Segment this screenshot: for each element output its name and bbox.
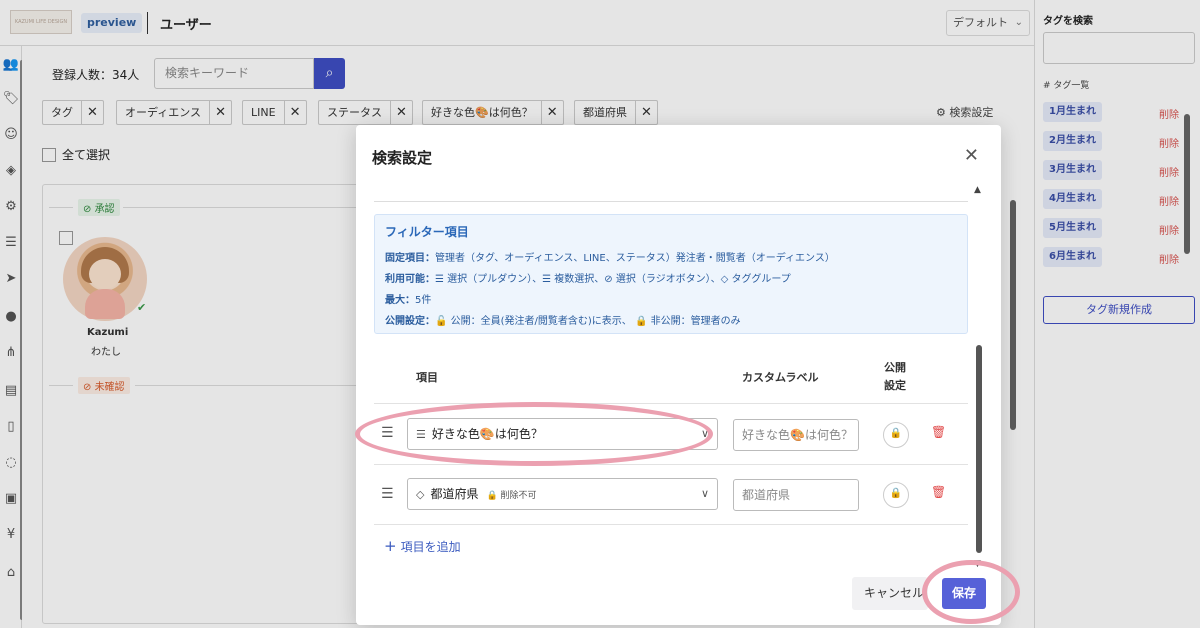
column-header-public: 公開 設定 (884, 361, 906, 392)
divider (374, 201, 968, 202)
scroll-up-icon[interactable]: ▲ (974, 185, 981, 195)
undeletable-note: 🔒 削除不可 (486, 491, 537, 501)
trash-icon[interactable]: 🗑 (931, 425, 946, 439)
table-divider (374, 524, 968, 525)
table-divider (374, 464, 968, 465)
drag-handle-icon[interactable]: ☰ (381, 425, 395, 441)
chevron-down-icon: ∨ (700, 487, 709, 500)
info-usable-types: 利用可能：☰ 選択（プルダウン）、☰ 複数選択、⊘ 選択（ラジオボタン）、◇ タ… (385, 274, 791, 285)
info-fixed-items: 固定項目：管理者（タグ、オーディエンス、LINE、ステータス）発注者・閲覧者（オ… (385, 253, 835, 264)
modal-title: 検索設定 (372, 149, 433, 167)
save-button[interactable]: 保存 (942, 578, 986, 609)
custom-label-input[interactable]: 都道府県 (733, 479, 859, 511)
filter-info-box: フィルター項目 固定項目：管理者（タグ、オーディエンス、LINE、ステータス）発… (374, 214, 968, 334)
plus-icon: + (384, 537, 397, 555)
custom-label-input[interactable]: 好きな色🎨は何色？ (733, 419, 859, 451)
item-select[interactable]: ☰ 好きな色🎨は何色？ ∨ (407, 418, 718, 450)
cancel-button[interactable]: キャンセル (852, 577, 928, 610)
chevron-down-icon: ∨ (700, 427, 709, 440)
drag-handle-icon[interactable]: ☰ (381, 486, 395, 502)
scrollbar-thumb[interactable] (976, 345, 982, 553)
info-max: 最大：5件 (385, 295, 432, 306)
scroll-down-icon[interactable]: ▼ (974, 559, 981, 569)
column-header-custom-label: カスタムラベル (742, 371, 819, 384)
item-select[interactable]: ◇ 都道府県 🔒 削除不可 ∨ (407, 478, 718, 510)
table-divider (374, 403, 968, 404)
column-header-item: 項目 (416, 371, 438, 384)
list-icon: ☰ (416, 428, 426, 441)
tag-icon: ◇ (416, 488, 425, 501)
info-title: フィルター項目 (385, 225, 469, 239)
trash-icon[interactable]: 🗑 (931, 485, 946, 499)
lock-icon[interactable]: 🔒 (883, 422, 909, 448)
modal-scrollbar[interactable]: ▲ ▼ (973, 185, 985, 569)
add-item-button[interactable]: + 項目を追加 (384, 537, 461, 555)
lock-icon[interactable]: 🔒 (883, 482, 909, 508)
close-icon[interactable]: ✕ (964, 145, 979, 166)
search-settings-modal: 検索設定 ✕ フィルター項目 固定項目：管理者（タグ、オーディエンス、LINE、… (356, 125, 1001, 625)
info-public-settings: 公開設定：🔓 公開：全員(発注者/閲覧者含む)に表示、 🔒 非公開：管理者のみ (385, 316, 741, 327)
